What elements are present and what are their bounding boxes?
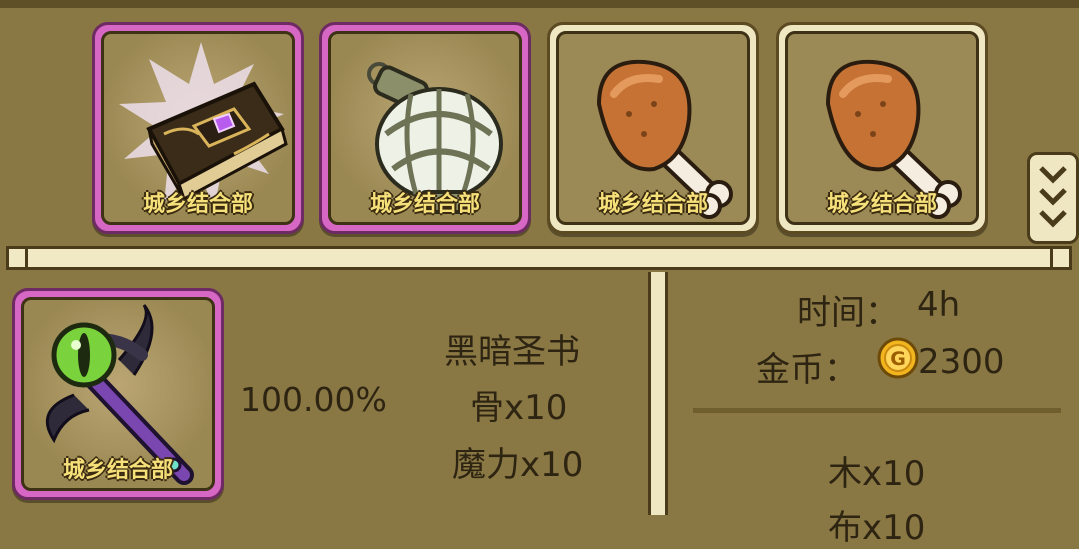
time-value: 4h (917, 285, 961, 325)
inventory-slot-lantern[interactable]: 城乡结合部 (319, 22, 531, 234)
result-item-slot[interactable]: 城乡结合部 (12, 288, 224, 500)
slot-watermark: 城乡结合部 (142, 192, 253, 217)
material-item: 木x10 (828, 454, 926, 494)
cost-separator (693, 408, 1061, 413)
panel-divider (648, 272, 668, 515)
slot-watermark: 城乡结合部 (62, 458, 173, 483)
ingredient-title: 黑暗圣书 (444, 332, 580, 372)
ingredient-item: 骨x10 (470, 388, 568, 428)
slot-watermark: 城乡结合部 (369, 192, 480, 217)
gold-value: 2300 (918, 342, 1005, 382)
svg-text:G: G (890, 348, 906, 370)
gold-coin-icon: G (877, 337, 919, 379)
inventory-slot-drumstick[interactable]: 城乡结合部 (547, 22, 759, 234)
scroll-down-button[interactable] (1027, 152, 1079, 244)
divider-cap-left (6, 246, 28, 270)
gold-label: 金币： (756, 350, 858, 390)
ingredient-item: 魔力x10 (452, 445, 584, 485)
inventory-slot-drumstick[interactable]: 城乡结合部 (776, 22, 988, 234)
section-divider (6, 246, 1072, 270)
time-label: 时间： (797, 293, 899, 333)
top-border (0, 0, 1079, 8)
slot-watermark: 城乡结合部 (597, 192, 708, 217)
slot-watermark: 城乡结合部 (826, 192, 937, 217)
success-rate: 100.00% (240, 380, 387, 419)
double-chevron-down-icon (1039, 166, 1067, 228)
divider-cap-right (1050, 246, 1072, 270)
material-item: 布x10 (828, 508, 926, 548)
inventory-slot-dark-book[interactable]: 城乡结合部 (92, 22, 304, 234)
